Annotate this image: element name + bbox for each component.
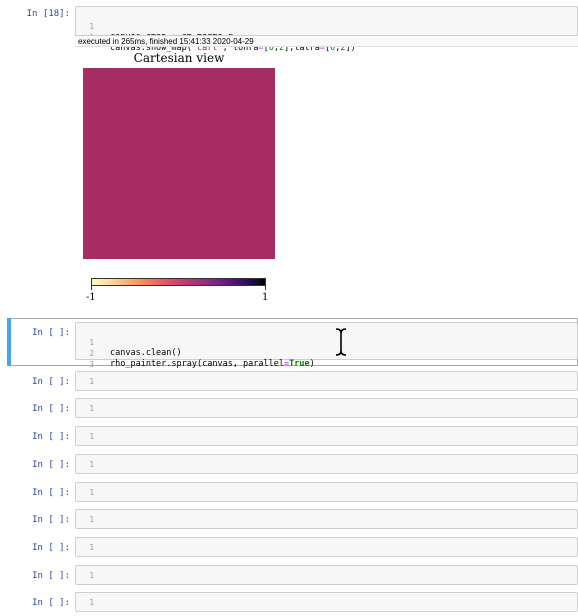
- colorbar-tick-max: [265, 286, 266, 290]
- code-editor[interactable]: 1 canvas.clean() 2 rho_painter.spray(can…: [75, 322, 578, 369]
- code-text: rho_painter.spray(canvas, parallel=True): [110, 359, 315, 369]
- code-editor[interactable]: 1 canvas.cmap = cm.magma_r 2 canvas.show…: [75, 6, 578, 53]
- code-line: 1: [76, 431, 577, 442]
- line-number: 1: [89, 543, 94, 552]
- execution-info: executed in 265ms, finished 15:41:33 202…: [75, 35, 578, 47]
- code-line: 1: [76, 570, 577, 581]
- code-line: 1: [76, 514, 577, 525]
- line-number: 3: [89, 360, 94, 369]
- cell-prompt: In [ ]:: [32, 571, 70, 581]
- code-editor[interactable]: 1: [75, 509, 578, 529]
- cell-prompt: In [ ]:: [32, 460, 70, 470]
- colorbar: [91, 278, 266, 286]
- code-line: 1: [76, 376, 577, 387]
- cell-prompt: In [18]:: [26, 9, 70, 19]
- colorbar-label-min: -1: [86, 292, 96, 303]
- text-ibeam-cursor-icon: [335, 328, 347, 356]
- cell-prompt: In [ ]:: [32, 515, 70, 525]
- cell-prompt: In [ ]:: [32, 432, 70, 442]
- line-number: 1: [89, 377, 94, 386]
- code-line: 2 rho_painter.spray(canvas, parallel=Tru…: [76, 337, 577, 369]
- code-editor[interactable]: 1: [75, 426, 578, 446]
- line-number: 1: [89, 488, 94, 497]
- cell-prompt: In [ ]:: [32, 328, 70, 338]
- code-line: 1 canvas.clean(): [76, 326, 577, 358]
- cell-prompt: In [ ]:: [32, 488, 70, 498]
- plot-map-area: [83, 68, 275, 259]
- line-number: 1: [89, 515, 94, 524]
- code-editor[interactable]: 1: [75, 371, 578, 391]
- cell-prompt: In [ ]:: [32, 404, 70, 414]
- code-line: 1: [76, 459, 577, 470]
- line-number: 1: [89, 598, 94, 607]
- line-number: 1: [89, 432, 94, 441]
- code-editor[interactable]: 1: [75, 537, 578, 557]
- notebook-page: In [18]: 1 canvas.cmap = cm.magma_r 2 ca…: [0, 0, 578, 616]
- code-line: 1: [76, 597, 577, 608]
- plot-title: Cartesian view: [133, 51, 225, 65]
- code-editor[interactable]: 1: [75, 398, 578, 418]
- colorbar-label-max: 1: [262, 292, 269, 303]
- cell-prompt: In [ ]:: [32, 543, 70, 553]
- cell-prompt: In [ ]:: [32, 377, 70, 387]
- code-editor[interactable]: 1: [75, 565, 578, 585]
- line-number: 1: [89, 404, 94, 413]
- line-number: 1: [89, 571, 94, 580]
- code-line: 1: [76, 403, 577, 414]
- cell-prompt: In [ ]:: [32, 598, 70, 608]
- active-cell-indicator: [7, 318, 11, 366]
- code-editor[interactable]: 1: [75, 592, 578, 612]
- code-line: 3: [76, 348, 577, 369]
- code-line: 1 canvas.cmap = cm.magma_r: [76, 10, 577, 42]
- code-editor[interactable]: 1: [75, 454, 578, 474]
- code-line: 1: [76, 487, 577, 498]
- code-line: 1: [76, 542, 577, 553]
- colorbar-tick-min: [91, 286, 92, 290]
- code-line: 2 canvas.show_map("cart", lonra=[0,2],la…: [76, 21, 577, 53]
- line-number: 1: [89, 460, 94, 469]
- code-editor[interactable]: 1: [75, 482, 578, 502]
